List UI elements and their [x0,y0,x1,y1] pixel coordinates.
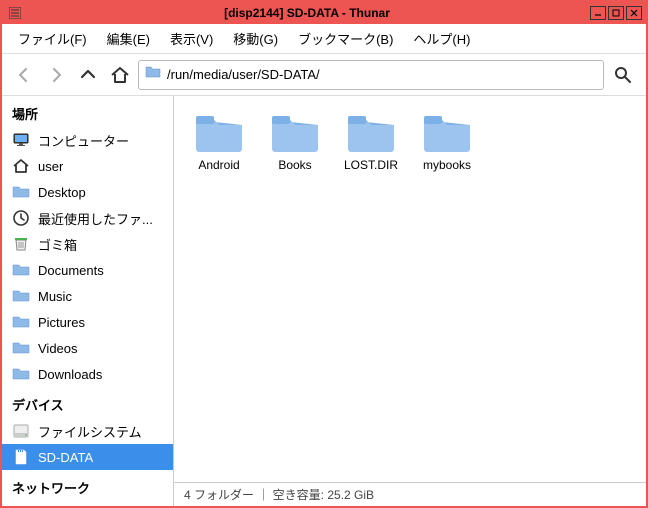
sd-icon [12,448,30,466]
content-area: Android Books LOST.DIR mybooks 4 フォルダー ｜ 空き… [174,96,646,506]
folder-icon [12,339,30,357]
maximize-button[interactable] [608,6,624,20]
disk-icon [12,422,30,440]
sidebar-item-label: Downloads [38,367,102,382]
sidebar-item-label: コンピューター [38,131,129,150]
status-text: 4 フォルダー ｜ 空き容量: 25.2 GiB [184,486,374,503]
sidebar-item[interactable]: Pictures [2,309,173,335]
folder-icon [268,110,322,154]
folder-label: Android [198,158,239,172]
sidebar-item-label: 最近使用したファ... [38,209,153,228]
close-button[interactable] [626,6,642,20]
window-controls [590,6,642,20]
folder-label: LOST.DIR [344,158,398,172]
sidebar-item-label: Videos [38,341,78,356]
folder-icon [192,110,246,154]
monitor-icon [12,131,30,149]
menu-item[interactable]: ヘルプ(H) [405,25,478,52]
sidebar-item[interactable]: コンピューター [2,127,173,153]
toolbar [2,54,646,96]
home-icon [12,157,30,175]
window-title: [disp2144] SD-DATA - Thunar [24,6,590,20]
sidebar-section-header: デバイス [2,387,173,418]
window-menu-icon[interactable] [6,5,24,21]
menu-item[interactable]: 移動(G) [225,25,286,52]
path-field[interactable] [138,60,604,90]
clock-icon [12,209,30,227]
sidebar-section-header: ネットワーク [2,470,173,501]
sidebar-item-label: Desktop [38,185,86,200]
sidebar-item[interactable]: Downloads [2,361,173,387]
menu-item[interactable]: 編集(E) [99,25,158,52]
folder-item[interactable]: mybooks [412,106,482,176]
folder-icon [12,287,30,305]
home-button[interactable] [106,61,134,89]
sidebar-item-label: user [38,159,63,174]
back-button[interactable] [10,61,38,89]
sidebar-item-label: ファイルシステム [38,422,142,441]
menu-item[interactable]: ファイル(F) [10,25,95,52]
folder-icon [12,183,30,201]
sidebar-item[interactable]: ファイルシステム [2,418,173,444]
statusbar: 4 フォルダー ｜ 空き容量: 25.2 GiB [174,482,646,506]
folder-icon [344,110,398,154]
sidebar-item[interactable]: Desktop [2,179,173,205]
sidebar-item[interactable]: Music [2,283,173,309]
folder-icon [420,110,474,154]
folder-icon [12,365,30,383]
titlebar: [disp2144] SD-DATA - Thunar [2,2,646,24]
up-button[interactable] [74,61,102,89]
forward-button[interactable] [42,61,70,89]
minimize-button[interactable] [590,6,606,20]
menu-item[interactable]: ブックマーク(B) [290,25,401,52]
sidebar-item[interactable]: ゴミ箱 [2,231,173,257]
sidebar: 場所コンピューター user Desktop 最近使用したファ... ゴミ箱 Docume… [2,96,174,506]
icon-grid[interactable]: Android Books LOST.DIR mybooks [174,96,646,482]
trash-icon [12,235,30,253]
path-input[interactable] [167,67,597,82]
sidebar-item[interactable]: SD-DATA [2,444,173,470]
folder-item[interactable]: Books [260,106,330,176]
sidebar-item[interactable]: user [2,153,173,179]
sidebar-item-label: SD-DATA [38,450,93,465]
sidebar-item-label: Music [38,289,72,304]
sidebar-item[interactable]: Documents [2,257,173,283]
sidebar-section-header: 場所 [2,96,173,127]
folder-icon [145,64,161,85]
menubar: ファイル(F)編集(E)表示(V)移動(G)ブックマーク(B)ヘルプ(H) [2,24,646,54]
search-button[interactable] [608,60,638,90]
folder-icon [12,261,30,279]
folder-item[interactable]: LOST.DIR [336,106,406,176]
folder-item[interactable]: Android [184,106,254,176]
sidebar-item-label: ゴミ箱 [38,235,77,254]
sidebar-item-label: Pictures [38,315,85,330]
folder-label: mybooks [423,158,471,172]
sidebar-item-label: Documents [38,263,104,278]
folder-label: Books [278,158,311,172]
sidebar-item[interactable]: Videos [2,335,173,361]
folder-icon [12,313,30,331]
sidebar-item[interactable]: 最近使用したファ... [2,205,173,231]
menu-item[interactable]: 表示(V) [162,25,221,52]
